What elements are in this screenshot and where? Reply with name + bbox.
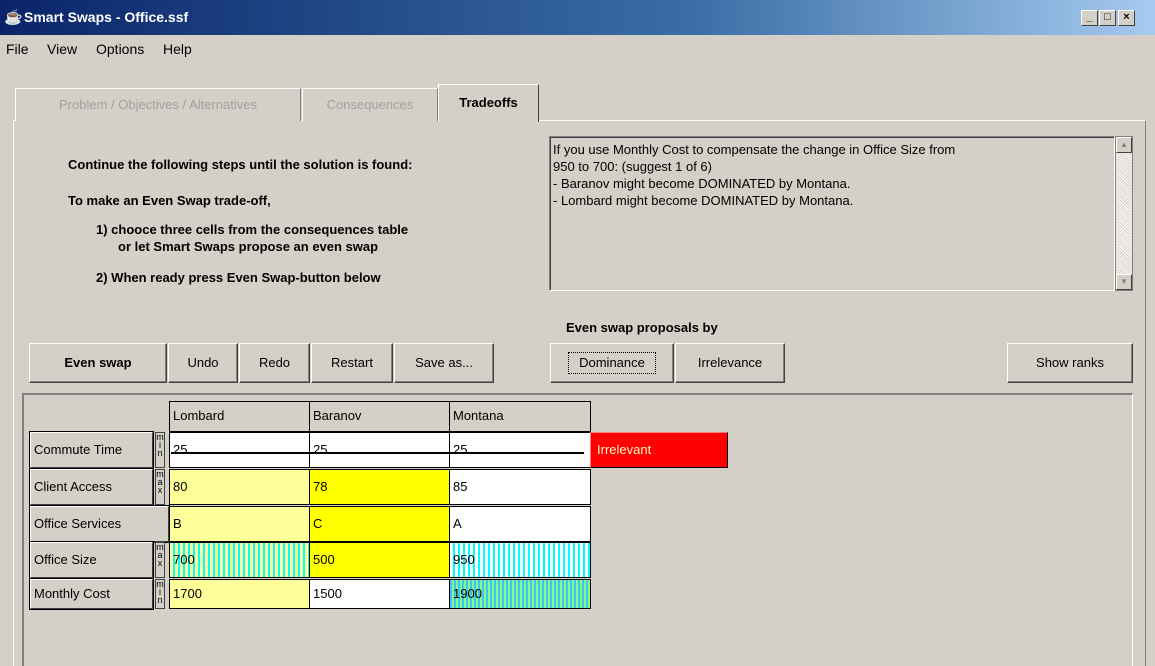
minimize-button[interactable]: _	[1081, 10, 1098, 26]
show-ranks-button[interactable]: Show ranks	[1007, 343, 1133, 383]
irrelevant-status-badge: Irrelevant	[590, 432, 728, 468]
tab-consequences[interactable]: Consequences	[302, 88, 438, 121]
info-scrollbar[interactable]	[1115, 136, 1133, 291]
table-cell[interactable]: 25	[169, 432, 310, 468]
direction-indicator: min	[155, 579, 165, 609]
restart-button[interactable]: Restart	[311, 343, 393, 383]
tab-tradeoffs[interactable]: Tradeoffs	[438, 84, 539, 122]
irrelevance-button[interactable]: Irrelevance	[675, 343, 785, 383]
proposals-label: Even swap proposals by	[566, 320, 718, 335]
scroll-up-arrow-icon[interactable]: ▲	[1116, 137, 1132, 153]
strikethrough-line	[171, 452, 584, 454]
menu-view[interactable]: View	[47, 41, 77, 57]
direction-indicator: max	[155, 469, 165, 505]
row-header-commute-time[interactable]: Commute Time	[29, 431, 154, 469]
even-swap-button[interactable]: Even swap	[29, 343, 167, 383]
instructions-step-2: 2) When ready press Even Swap-button bel…	[96, 270, 381, 285]
direction-indicator: min	[155, 432, 165, 468]
save-as-button[interactable]: Save as...	[394, 343, 494, 383]
info-line: If you use Monthly Cost to compensate th…	[553, 142, 956, 157]
redo-button[interactable]: Redo	[239, 343, 310, 383]
row-header-monthly-cost[interactable]: Monthly Cost	[29, 578, 154, 610]
table-cell[interactable]: 1700	[169, 579, 310, 609]
info-line: - Baranov might become DOMINATED by Mont…	[553, 176, 851, 191]
table-cell[interactable]: 950	[449, 542, 591, 578]
table-cell[interactable]: 25	[449, 432, 591, 468]
table-cell[interactable]: 80	[169, 469, 310, 505]
dominance-label: Dominance	[568, 352, 656, 374]
table-cell[interactable]: 85	[449, 469, 591, 505]
table-cell[interactable]: 25	[309, 432, 450, 468]
instructions-intro: To make an Even Swap trade-off,	[68, 193, 271, 208]
undo-button[interactable]: Undo	[168, 343, 238, 383]
instructions-step-1a: 1) chooce three cells from the consequen…	[96, 222, 409, 237]
direction-indicator: max	[155, 542, 165, 578]
table-cell[interactable]: 1900	[449, 579, 591, 609]
table-cell[interactable]: 78	[309, 469, 450, 505]
scroll-down-arrow-icon[interactable]: ▼	[1116, 274, 1132, 290]
row-header-client-access[interactable]: Client Access	[29, 468, 154, 506]
swap-info-text-area[interactable]: If you use Monthly Cost to compensate th…	[549, 136, 1115, 291]
menu-file[interactable]: File	[6, 41, 29, 57]
column-header-montana[interactable]: Montana	[449, 401, 591, 432]
java-app-icon[interactable]: ☕	[4, 9, 23, 26]
menu-options[interactable]: Options	[96, 41, 144, 57]
table-cell[interactable]: A	[449, 506, 591, 542]
menu-help[interactable]: Help	[163, 41, 192, 57]
window-title: Smart Swaps - Office.ssf	[24, 9, 189, 25]
instructions-heading: Continue the following steps until the s…	[68, 157, 413, 172]
column-header-baranov[interactable]: Baranov	[309, 401, 450, 432]
column-header-lombard[interactable]: Lombard	[169, 401, 310, 432]
table-cell[interactable]: B	[169, 506, 310, 542]
info-line: - Lombard might become DOMINATED by Mont…	[553, 193, 854, 208]
info-line: 950 to 700: (suggest 1 of 6)	[553, 159, 712, 174]
instructions-step-1b: or let Smart Swaps propose an even swap	[118, 239, 379, 254]
maximize-button[interactable]: □	[1099, 10, 1116, 26]
table-cell[interactable]: C	[309, 506, 450, 542]
tab-problem-objectives-alternatives[interactable]: Problem / Objectives / Alternatives	[15, 88, 301, 121]
table-cell[interactable]: 500	[309, 542, 450, 578]
close-button[interactable]: ×	[1118, 10, 1135, 26]
table-cell[interactable]: 1500	[309, 579, 450, 609]
row-header-office-size[interactable]: Office Size	[29, 541, 154, 579]
dominance-button[interactable]: Dominance	[550, 343, 674, 383]
table-cell[interactable]: 700	[169, 542, 310, 578]
row-header-office-services[interactable]: Office Services	[29, 505, 170, 543]
